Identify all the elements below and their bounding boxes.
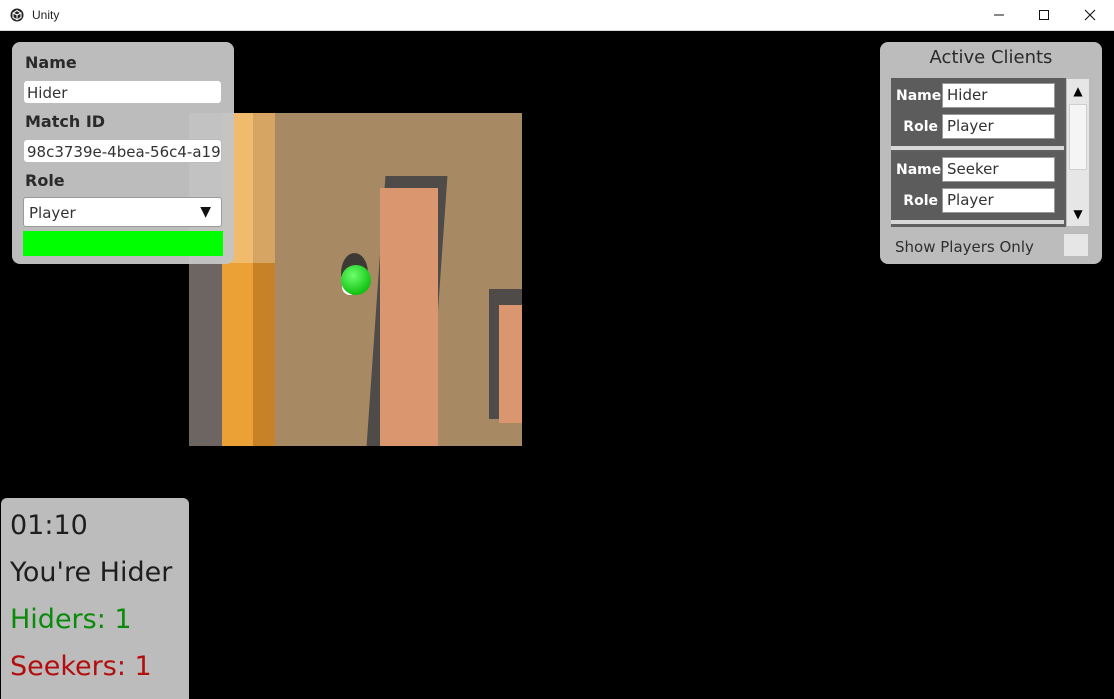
clients-scrollbar[interactable]: ▲ ▼ xyxy=(1066,78,1090,227)
close-icon xyxy=(1084,9,1096,21)
role-label: Role xyxy=(25,171,65,190)
game-viewport[interactable] xyxy=(189,113,522,446)
player-ball xyxy=(341,265,371,295)
minimize-icon xyxy=(994,14,1004,16)
window-titlebar: Unity xyxy=(0,0,1114,31)
scroll-down-icon[interactable]: ▼ xyxy=(1067,202,1089,226)
list-item: Name Hider Role Player xyxy=(891,78,1064,150)
name-field[interactable]: Hider xyxy=(23,80,222,104)
client-role-field[interactable]: Player xyxy=(942,188,1055,213)
window-title: Unity xyxy=(32,8,60,22)
hiders-count: Hiders: 1 xyxy=(10,604,132,635)
seekers-count: Seekers: 1 xyxy=(10,651,152,682)
client-name-field[interactable]: Seeker xyxy=(942,157,1055,182)
role-dropdown[interactable]: Player ▼ xyxy=(23,197,222,227)
maximize-icon xyxy=(1039,10,1049,20)
minimize-button[interactable] xyxy=(976,0,1022,30)
client-name-label: Name xyxy=(896,162,942,178)
show-players-only-label: Show Players Only xyxy=(895,238,1034,256)
chevron-down-icon: ▼ xyxy=(200,204,211,220)
wall-block xyxy=(380,188,438,446)
match-stats-panel: 01:10 You're Hider Hiders: 1 Seekers: 1 xyxy=(1,498,189,699)
client-role-field[interactable]: Player xyxy=(942,114,1055,139)
show-players-only-checkbox[interactable] xyxy=(1063,233,1089,257)
unity-logo-icon xyxy=(10,8,24,22)
close-button[interactable] xyxy=(1067,0,1113,30)
active-clients-panel: Active Clients Name Hider Role Player Na… xyxy=(880,42,1102,264)
scroll-up-icon[interactable]: ▲ xyxy=(1067,79,1089,103)
player-info-panel: Name Hider Match ID 98c3739e-4bea-56c4-a… xyxy=(12,42,234,264)
role-text: You're Hider xyxy=(10,557,173,588)
status-color-bar xyxy=(23,231,223,256)
name-label: Name xyxy=(25,53,77,72)
scrollbar-thumb[interactable] xyxy=(1069,104,1087,170)
client-name-label: Name xyxy=(896,88,942,104)
client-role-label: Role xyxy=(903,119,938,135)
match-id-label: Match ID xyxy=(25,112,106,131)
client-role-label: Role xyxy=(903,193,938,209)
wall-block-right xyxy=(499,305,522,423)
timer-text: 01:10 xyxy=(10,510,88,541)
maximize-button[interactable] xyxy=(1021,0,1067,30)
match-id-field[interactable]: 98c3739e-4bea-56c4-a19 xyxy=(23,139,222,163)
role-dropdown-value: Player xyxy=(29,204,76,222)
active-clients-title: Active Clients xyxy=(929,47,1053,68)
list-item: Name Seeker Role Player xyxy=(891,152,1064,224)
client-name-field[interactable]: Hider xyxy=(942,83,1055,108)
clients-list[interactable]: Name Hider Role Player Name Seeker Role … xyxy=(891,78,1066,227)
